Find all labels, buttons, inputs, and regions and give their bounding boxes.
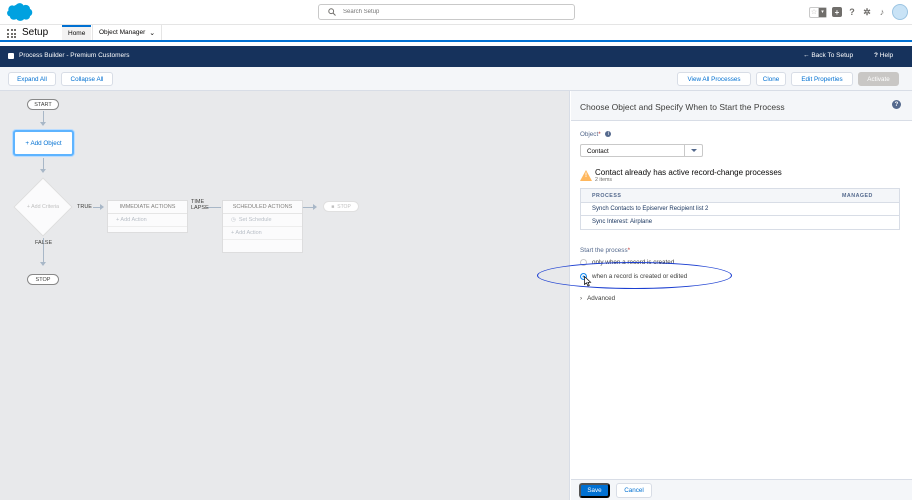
- immediate-actions-box: IMMEDIATE ACTIONS + Add Action: [107, 200, 188, 233]
- connector-line: [207, 207, 221, 208]
- expand-all-button[interactable]: Expand All: [8, 72, 56, 86]
- scheduled-actions-box: SCHEDULED ACTIONS ◷ Set Schedule + Add Ac…: [222, 200, 303, 253]
- stop-node: STOP: [27, 274, 59, 285]
- table-row: Synch Contacts to Episerver Recipient li…: [581, 203, 899, 216]
- avatar[interactable]: [892, 4, 908, 20]
- chevron-right-icon: ›: [580, 295, 583, 302]
- help-icon[interactable]: ?: [892, 100, 901, 109]
- warning-icon: !: [580, 170, 592, 181]
- tab-object-manager[interactable]: Object Manager ⌄: [92, 25, 163, 40]
- arrow-down-icon: [40, 262, 46, 266]
- start-process-label: Start the process*: [580, 247, 630, 254]
- star-icon[interactable]: ☆: [810, 8, 818, 17]
- panel-footer: Save Cancel: [571, 479, 912, 500]
- required-mark: *: [598, 131, 601, 138]
- save-button[interactable]: Save: [579, 483, 610, 498]
- process-name: Synch Contacts to Episerver Recipient li…: [592, 206, 709, 212]
- mouse-cursor-icon: [584, 276, 592, 287]
- object-field-label: Object* i: [580, 131, 612, 138]
- panel-header: Choose Object and Specify When to Start …: [571, 91, 912, 121]
- set-schedule-button[interactable]: ◷ Set Schedule: [223, 214, 302, 227]
- advanced-label: Advanced: [587, 295, 616, 302]
- set-schedule-label: Set Schedule: [238, 217, 272, 223]
- stop-square-icon: ■: [331, 203, 335, 210]
- collapse-all-button[interactable]: Collapse All: [61, 72, 113, 86]
- immediate-actions-header: IMMEDIATE ACTIONS: [108, 201, 187, 214]
- plus-icon[interactable]: +: [832, 7, 842, 17]
- back-to-setup-link[interactable]: ← Back To Setup: [803, 52, 853, 59]
- process-title: Process Builder - Premium Customers: [19, 52, 130, 59]
- favorites-button[interactable]: ☆ ▾: [809, 6, 827, 18]
- activate-button: Activate: [858, 72, 899, 86]
- arrow-down-icon: [40, 122, 46, 126]
- add-object-node[interactable]: + Add Object: [13, 130, 74, 156]
- app-nav: Setup Home Object Manager ⌄: [0, 25, 912, 42]
- info-icon[interactable]: i: [605, 131, 612, 138]
- header-icons: ☆ ▾ + ? ✲ ♪: [809, 3, 908, 21]
- chevron-down-icon[interactable]: ⌄: [149, 29, 155, 37]
- properties-panel: Choose Object and Specify When to Start …: [571, 91, 912, 500]
- caret-down-icon: [690, 149, 697, 152]
- search-box[interactable]: [318, 4, 575, 20]
- search-input[interactable]: [343, 7, 563, 17]
- process-name: Sync Interest: Airplane: [592, 219, 653, 225]
- process-canvas[interactable]: START: [0, 91, 570, 500]
- time-lapse-label-2: LAPSE: [191, 205, 209, 211]
- bell-icon[interactable]: ♪: [877, 7, 887, 17]
- add-criteria-label[interactable]: + Add Criteria: [18, 204, 68, 210]
- object-label-text: Object: [580, 131, 599, 138]
- app-launcher-icon[interactable]: [7, 29, 16, 38]
- toolbar: Expand All Collapse All View All Process…: [0, 67, 912, 91]
- column-header-managed: MANAGED: [842, 193, 873, 199]
- process-icon: [8, 53, 14, 59]
- help-label: Help: [879, 52, 894, 59]
- process-builder-bar: Process Builder - Premium Customers ← Ba…: [0, 46, 912, 67]
- arrow-right-icon: [100, 204, 104, 210]
- warning-subtitle: 2 items: [595, 177, 613, 183]
- clock-icon: ◷: [231, 217, 236, 223]
- column-header-process: PROCESS: [592, 193, 622, 199]
- tab-object-manager-label: Object Manager: [99, 29, 146, 36]
- gear-icon[interactable]: ✲: [862, 7, 872, 17]
- table-row: Sync Interest: Airplane: [581, 216, 899, 229]
- add-action-button-2[interactable]: + Add Action: [223, 227, 302, 240]
- table-header: PROCESS MANAGED: [581, 189, 899, 203]
- stop-ghost-label: STOP: [337, 203, 351, 210]
- cancel-button[interactable]: Cancel: [616, 483, 652, 498]
- app-name: Setup: [22, 27, 49, 38]
- global-header: ☆ ▾ + ? ✲ ♪: [0, 0, 912, 25]
- arrow-down-icon: [40, 169, 46, 173]
- warning-title: Contact already has active record-change…: [595, 168, 782, 177]
- advanced-section-toggle[interactable]: › Advanced: [580, 295, 615, 302]
- processes-table: PROCESS MANAGED Synch Contacts to Episer…: [580, 188, 900, 230]
- tab-home[interactable]: Home: [62, 25, 92, 40]
- add-action-button[interactable]: + Add Action: [108, 214, 187, 227]
- help-link[interactable]: ? Help: [874, 52, 893, 59]
- object-select-value: Contact: [587, 148, 609, 155]
- object-select[interactable]: Contact: [580, 144, 703, 157]
- salesforce-logo[interactable]: [4, 2, 34, 22]
- panel-title: Choose Object and Specify When to Start …: [580, 102, 785, 112]
- edit-properties-button[interactable]: Edit Properties: [791, 72, 853, 86]
- true-label: TRUE: [77, 204, 92, 210]
- clone-button[interactable]: Clone: [756, 72, 786, 86]
- stop-ghost-node: ■ STOP: [323, 201, 359, 212]
- false-label: FALSE: [35, 240, 53, 246]
- start-node: START: [27, 99, 59, 110]
- help-icon[interactable]: ?: [847, 7, 857, 17]
- highlight-ellipse: [537, 262, 732, 289]
- arrow-right-icon: [313, 204, 317, 210]
- required-mark: *: [627, 247, 631, 254]
- view-all-processes-button[interactable]: View All Processes: [677, 72, 751, 86]
- back-to-setup-label: Back To Setup: [811, 52, 854, 59]
- start-process-label-text: Start the process: [580, 247, 628, 254]
- search-icon: [328, 8, 336, 16]
- dropdown-toggle[interactable]: [684, 145, 702, 156]
- scheduled-actions-header: SCHEDULED ACTIONS: [223, 201, 302, 214]
- chevron-down-icon[interactable]: ▾: [817, 7, 826, 17]
